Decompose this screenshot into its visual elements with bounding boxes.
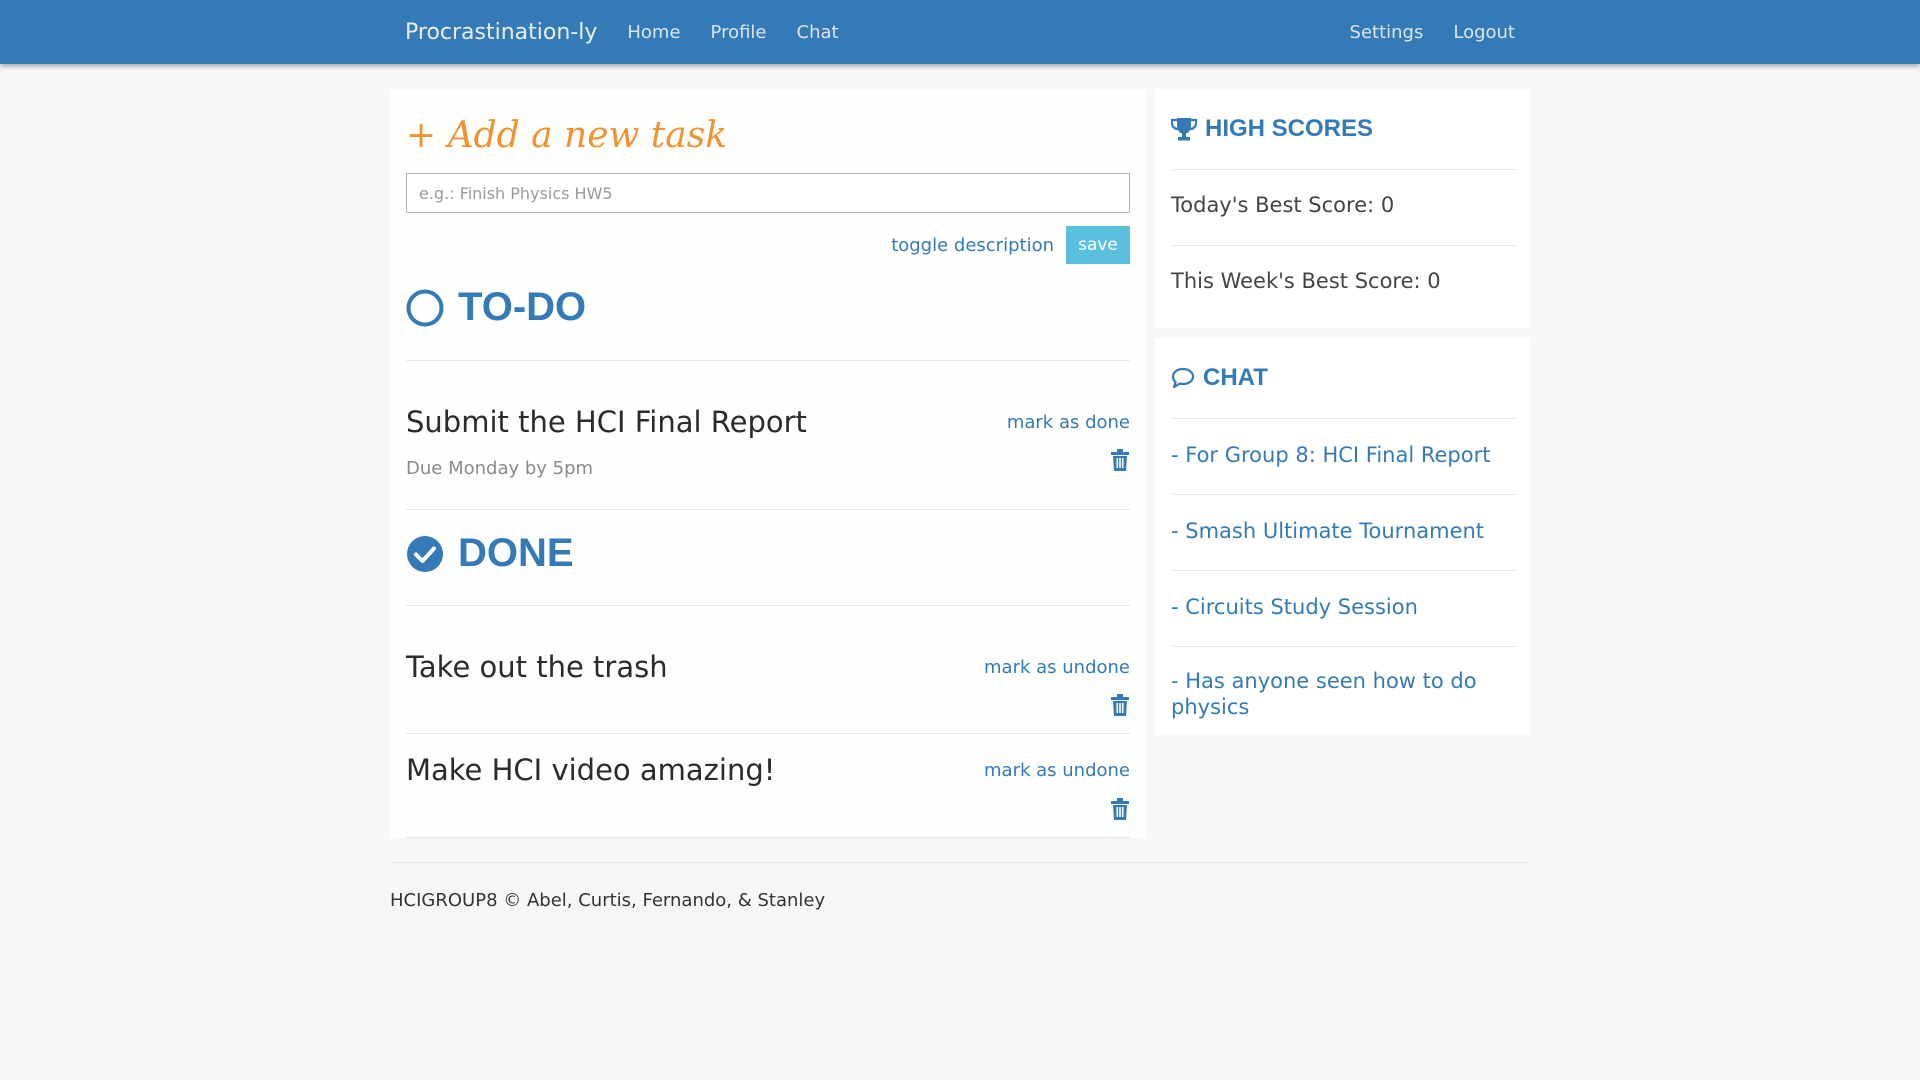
divider — [1171, 169, 1516, 170]
mark-as-undone-link[interactable]: mark as undone — [984, 760, 1130, 781]
divider — [406, 509, 1130, 510]
high-scores-label: HIGH SCORES — [1205, 115, 1374, 142]
empty-circle-icon — [406, 289, 444, 326]
navbar: Procrastination-ly Home Profile Chat Set… — [0, 0, 1920, 64]
nav-profile-link[interactable]: Profile — [696, 22, 782, 43]
nav-home-link[interactable]: Home — [612, 22, 695, 43]
divider — [1171, 245, 1516, 246]
high-scores-panel: HIGH SCORES Today's Best Score: 0 This W… — [1155, 89, 1530, 328]
divider — [1171, 570, 1516, 571]
divider — [1171, 494, 1516, 495]
chat-room-link[interactable]: - For Group 8: HCI Final Report — [1171, 442, 1516, 468]
today-best-score: Today's Best Score: 0 — [1171, 193, 1395, 217]
todo-heading: TO-DO — [406, 285, 586, 330]
chat-room-link[interactable]: - Has anyone seen how to do physics — [1171, 668, 1516, 720]
chat-panel: CHAT - For Group 8: HCI Final Report - S… — [1155, 338, 1530, 735]
add-task-title: + Add a new task — [406, 115, 728, 156]
trash-icon[interactable] — [1110, 449, 1130, 471]
divider — [406, 605, 1130, 606]
divider — [406, 733, 1130, 734]
toggle-description-link[interactable]: toggle description — [891, 235, 1054, 256]
divider — [1171, 418, 1516, 419]
divider — [1171, 646, 1516, 647]
nav-chat-link[interactable]: Chat — [782, 22, 854, 43]
task-title: Submit the HCI Final Report — [406, 405, 807, 439]
high-scores-heading: HIGH SCORES — [1171, 115, 1373, 143]
divider — [406, 837, 1130, 838]
task-title: Make HCI video amazing! — [406, 753, 776, 787]
trash-icon[interactable] — [1110, 694, 1130, 716]
task-panel: + Add a new task toggle description save… — [390, 89, 1146, 838]
speech-bubble-icon — [1171, 367, 1195, 389]
footer-divider — [390, 862, 1530, 863]
todo-heading-label: TO-DO — [458, 285, 587, 329]
divider — [406, 360, 1130, 361]
chat-room-link[interactable]: - Circuits Study Session — [1171, 594, 1516, 620]
nav-logout-link[interactable]: Logout — [1438, 22, 1530, 43]
trash-icon[interactable] — [1110, 798, 1130, 820]
task-title: Take out the trash — [406, 650, 668, 684]
week-best-score: This Week's Best Score: 0 — [1171, 269, 1441, 293]
brand-link[interactable]: Procrastination-ly — [390, 20, 612, 45]
footer-text: HCIGROUP8 © Abel, Curtis, Fernando, & St… — [390, 890, 826, 911]
done-heading-label: DONE — [458, 531, 574, 575]
chat-heading: CHAT — [1171, 364, 1268, 392]
task-description: Due Monday by 5pm — [406, 458, 594, 479]
task-input[interactable] — [406, 173, 1130, 213]
save-button[interactable]: save — [1066, 226, 1130, 264]
done-heading: DONE — [406, 531, 574, 576]
chat-room-link[interactable]: - Smash Ultimate Tournament — [1171, 518, 1516, 544]
chat-label: CHAT — [1203, 364, 1268, 391]
check-circle-icon — [407, 535, 443, 572]
mark-as-undone-link[interactable]: mark as undone — [984, 657, 1130, 678]
nav-settings-link[interactable]: Settings — [1335, 22, 1439, 43]
mark-as-done-link[interactable]: mark as done — [1007, 412, 1130, 433]
trophy-icon — [1171, 118, 1197, 141]
